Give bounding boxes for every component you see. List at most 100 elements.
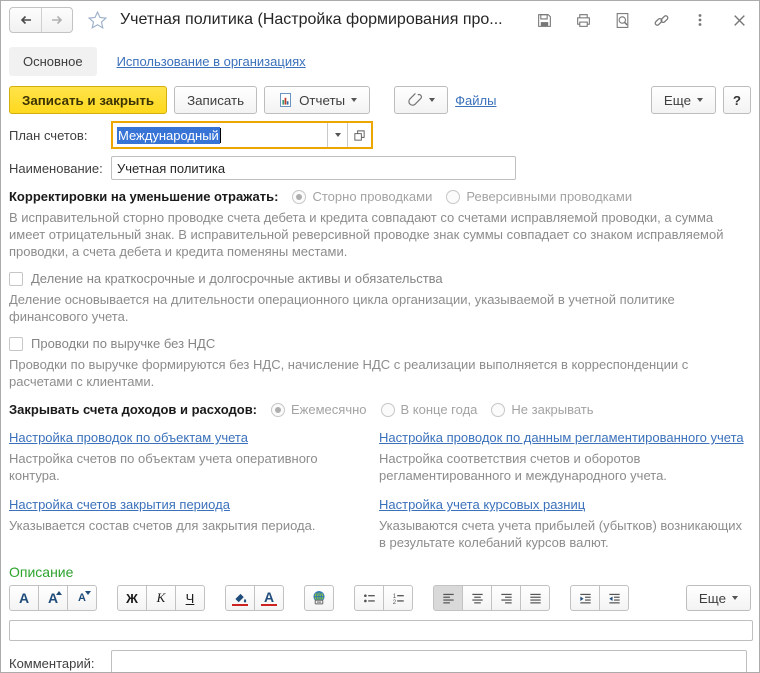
link-posting-objects[interactable]: Настройка проводок по объектам учета [9, 430, 248, 445]
save-and-close-button[interactable]: Записать и закрыть [9, 86, 168, 114]
document-magnifier-icon [616, 12, 628, 28]
justify-icon [529, 593, 541, 603]
get-link-icon-button[interactable] [651, 10, 671, 30]
kebab-menu-icon [698, 14, 702, 26]
division-hint: Деление основывается на длительности опе… [9, 292, 675, 324]
comment-label: Комментарий: [9, 655, 95, 671]
reports-button[interactable]: Отчеты [264, 86, 371, 114]
paperclip-icon [408, 92, 423, 106]
division-checkbox-row: Деление на краткосрочные и долгосрочные … [9, 271, 751, 286]
align-group [433, 585, 550, 611]
vat-checkbox-label: Проводки по выручке без НДС [31, 336, 216, 351]
printer-icon [576, 13, 590, 27]
tab-main[interactable]: Основное [9, 46, 97, 76]
print-icon-button[interactable] [573, 10, 593, 30]
radio-no-close-label: Не закрывать [511, 402, 594, 417]
globe-link-icon [313, 591, 325, 605]
name-input[interactable] [111, 156, 516, 180]
font-color-button[interactable]: A [254, 585, 284, 611]
justify-button[interactable] [520, 585, 550, 611]
chevron-down-icon [697, 98, 703, 102]
align-right-button[interactable] [491, 585, 521, 611]
font-button[interactable]: A [9, 585, 39, 611]
chart-of-accounts-value[interactable]: Международный [113, 126, 327, 144]
radio-storno-label: Сторно проводками [312, 189, 433, 204]
star-icon [87, 10, 108, 29]
align-center-button[interactable] [462, 585, 492, 611]
name-row: Наименование: [9, 156, 751, 180]
align-left-button[interactable] [433, 585, 463, 611]
insert-hyperlink-button[interactable] [304, 585, 334, 611]
italic-button[interactable]: К [146, 585, 176, 611]
help-button[interactable]: ? [723, 86, 751, 114]
main-form: План счетов: Международный Наименование:… [1, 119, 759, 672]
bold-button[interactable]: Ж [117, 585, 147, 611]
numbered-list-button[interactable]: 12 [383, 585, 413, 611]
save-icon-button[interactable] [534, 10, 554, 30]
files-link[interactable]: Файлы [455, 93, 496, 108]
closing-option-monthly: Ежемесячно [271, 402, 367, 417]
closing-option-year-end: В конце года [380, 402, 477, 417]
tab-bar: Основное Использование в организациях [1, 39, 759, 83]
vat-checkbox[interactable] [9, 336, 23, 351]
save-button[interactable]: Записать [174, 86, 258, 114]
tab-usage-in-organizations[interactable]: Использование в организациях [117, 54, 306, 69]
attachments-button[interactable] [394, 86, 449, 114]
link-exchange-differences[interactable]: Настройка учета курсовых разниц [379, 497, 585, 512]
name-label: Наименование: [9, 160, 103, 176]
indent-decrease-icon [608, 593, 620, 603]
combobox-dropdown-button[interactable] [327, 123, 347, 147]
link-regulated-data[interactable]: Настройка проводок по данным регламентир… [379, 430, 744, 445]
link-cell-exchange: Настройка учета курсовых разниц Указываю… [379, 497, 751, 551]
color-underline-bar [232, 604, 248, 606]
link-period-closing-accounts[interactable]: Настройка счетов закрытия периода [9, 497, 230, 512]
align-left-icon [442, 593, 454, 603]
link-cell-period-closing: Настройка счетов закрытия периода Указыв… [9, 497, 369, 551]
editor-more-button[interactable]: Еще [685, 585, 751, 611]
comment-row: Комментарий: [9, 650, 751, 672]
indent-decrease-button[interactable] [599, 585, 629, 611]
back-arrow-icon [20, 15, 31, 25]
chevron-down-icon [351, 98, 358, 102]
svg-text:2: 2 [392, 598, 396, 605]
hyperlink-group [304, 585, 334, 611]
close-icon [733, 14, 745, 26]
bulleted-list-button[interactable] [354, 585, 384, 611]
chevron-down-icon [732, 596, 738, 600]
nav-arrows-group [9, 7, 73, 33]
more-button[interactable]: Еще [650, 86, 716, 114]
font-size-decrease-button[interactable]: A [67, 585, 97, 611]
favorite-star-button[interactable] [87, 10, 108, 31]
style-group: Ж К Ч [117, 585, 205, 611]
radio-storno [292, 189, 307, 204]
underline-button[interactable]: Ч [175, 585, 205, 611]
background-color-button[interactable] [225, 585, 255, 611]
preview-icon-button[interactable] [612, 10, 632, 30]
more-menu-icon-button[interactable] [690, 10, 710, 30]
more-label: Еще [663, 92, 691, 108]
forward-arrow-icon [52, 15, 63, 25]
indent-increase-button[interactable] [570, 585, 600, 611]
radio-reverse-label: Реверсивными проводками [466, 189, 633, 204]
text-cursor [219, 127, 221, 143]
back-button[interactable] [10, 8, 41, 32]
chart-of-accounts-combobox[interactable]: Международный [111, 121, 373, 149]
reports-label: Отчеты [299, 92, 346, 108]
chart-of-accounts-label: План счетов: [9, 127, 88, 143]
color-group: A [225, 585, 284, 611]
division-checkbox[interactable] [9, 271, 23, 286]
indent-increase-icon [579, 593, 591, 603]
forward-button [41, 8, 72, 32]
comment-input[interactable] [111, 650, 747, 672]
radio-no-close [491, 402, 506, 417]
description-editor-toolbar: A A A Ж К Ч A 1 2 Еще [9, 585, 751, 611]
combobox-open-button[interactable] [347, 123, 371, 147]
font-size-increase-button[interactable]: A [38, 585, 68, 611]
adjustments-hint: В исправительной сторно проводке счета д… [9, 210, 724, 259]
link-period-closing-accounts-desc: Указывается состав счетов для закрытия п… [9, 518, 316, 533]
close-button[interactable] [729, 10, 749, 30]
link-regulated-data-desc: Настройка соответствия счетов и оборотов… [379, 451, 667, 483]
closing-option-no-close: Не закрывать [491, 402, 594, 417]
align-center-icon [471, 593, 483, 603]
description-input[interactable] [9, 620, 753, 641]
